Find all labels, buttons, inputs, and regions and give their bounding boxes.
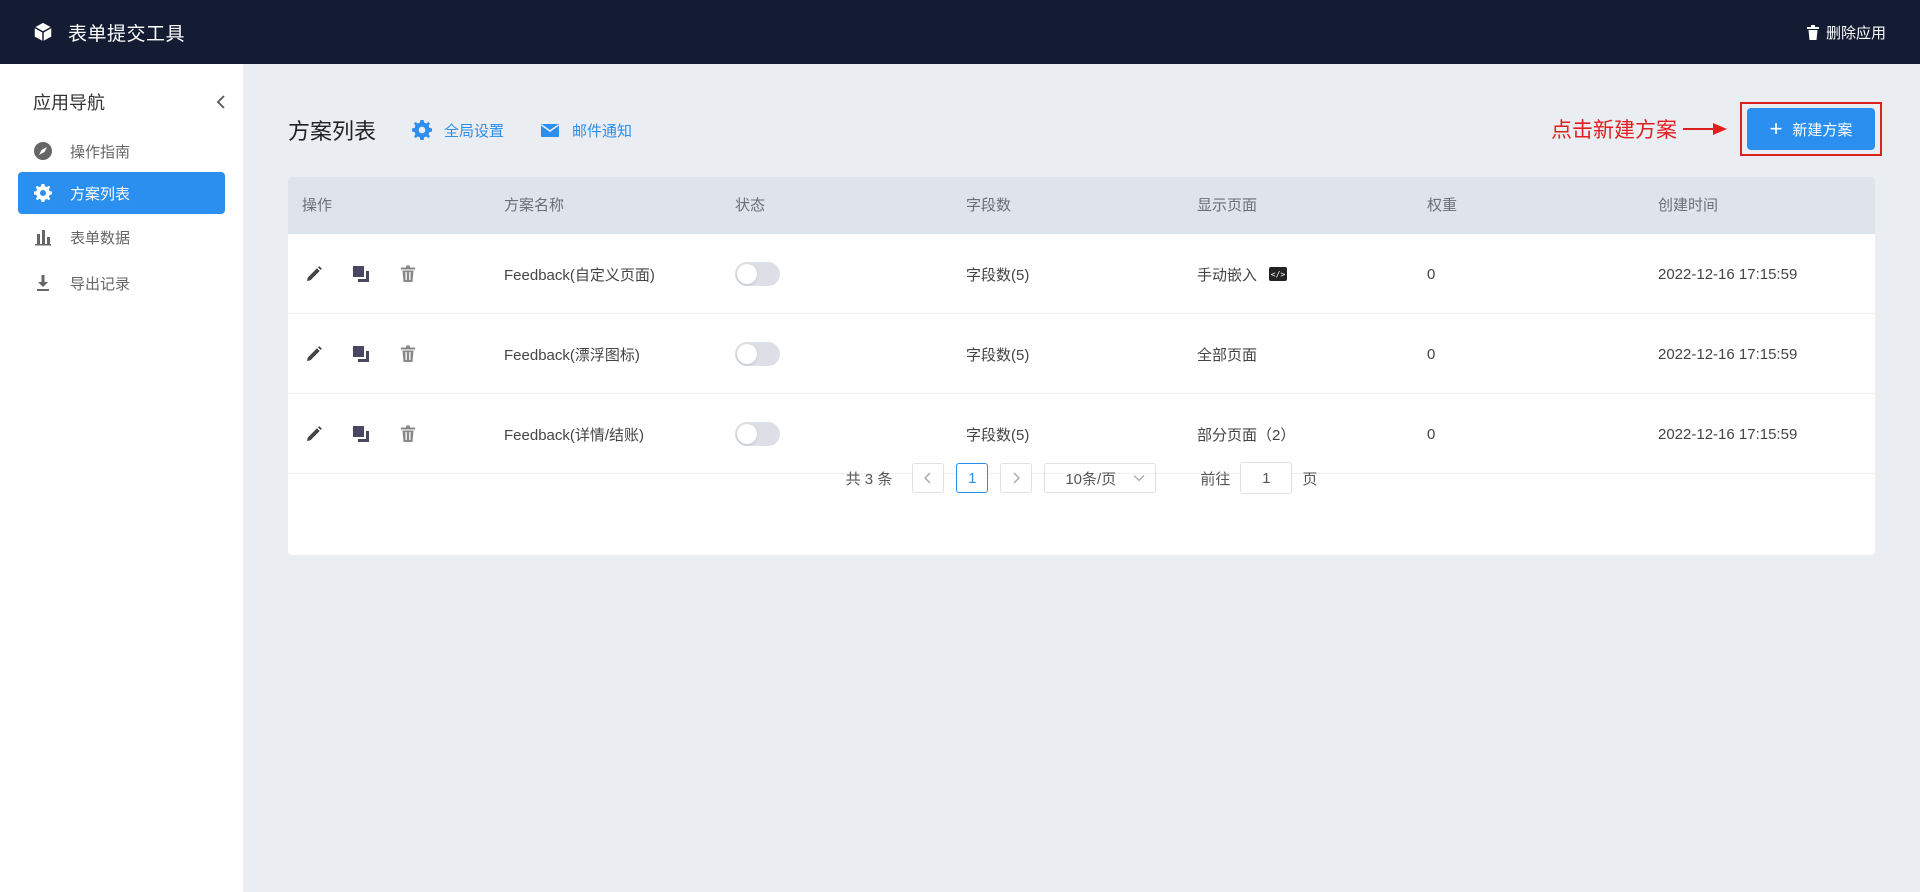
- email-notify-label: 邮件通知: [572, 122, 633, 140]
- field-count: 字段数(5): [966, 346, 1030, 364]
- delete-button[interactable]: [398, 264, 418, 284]
- new-plan-button[interactable]: + 新建方案: [1747, 108, 1875, 150]
- column-header: 显示页面: [1197, 197, 1258, 214]
- copy-button[interactable]: [351, 264, 371, 284]
- plan-table: 操作 方案名称 状态 字段数 显示页面 权重 创建时间 Feedback(自定义…: [288, 177, 1875, 555]
- edit-button[interactable]: [304, 344, 324, 364]
- status-toggle[interactable]: [735, 342, 780, 366]
- trash-icon: [401, 345, 415, 362]
- sidebar-item-label: 方案列表: [70, 185, 131, 203]
- sidebar-item-form-data[interactable]: 表单数据: [18, 216, 225, 258]
- column-header: 方案名称: [504, 197, 565, 214]
- page-header: 方案列表 全局设置 邮件通知: [288, 110, 632, 150]
- code-icon[interactable]: </>: [1269, 267, 1288, 281]
- created-time: 2022-12-16 17:15:59: [1658, 345, 1798, 363]
- prev-page-button[interactable]: [912, 463, 945, 493]
- new-plan-label: 新建方案: [1792, 121, 1853, 139]
- next-page-button[interactable]: [1000, 463, 1033, 493]
- created-time: 2022-12-16 17:15:59: [1658, 265, 1798, 283]
- app-title: 表单提交工具: [68, 23, 186, 45]
- sidebar-item-plan-list[interactable]: 方案列表: [18, 172, 225, 214]
- sidebar-item-export-log[interactable]: 导出记录: [18, 262, 225, 304]
- delete-app-button[interactable]: 删除应用: [1806, 0, 1886, 64]
- column-header: 操作: [302, 197, 333, 214]
- brand: 表单提交工具: [32, 19, 185, 46]
- plan-name: Feedback(漂浮图标): [504, 346, 640, 364]
- chevron-left-icon: [924, 472, 931, 484]
- display-pages: 手动嵌入: [1197, 266, 1258, 284]
- page-size-select[interactable]: 10条/页: [1044, 463, 1157, 493]
- annotation-text: 点击新建方案: [1551, 118, 1677, 142]
- gear-icon: [34, 184, 52, 202]
- sidebar-item-label: 操作指南: [70, 143, 131, 161]
- cube-icon: [34, 22, 52, 42]
- display-pages: 全部页面: [1197, 346, 1258, 364]
- sidebar-item-guide[interactable]: 操作指南: [18, 130, 225, 172]
- table-row: Feedback(自定义页面) 字段数(5) 手动嵌入 </> 0 2022-12…: [288, 234, 1875, 314]
- row-actions: [304, 234, 445, 314]
- copy-button[interactable]: [351, 344, 371, 364]
- chevron-down-icon: [1133, 475, 1145, 482]
- column-header: 权重: [1427, 197, 1458, 214]
- email-notify-link[interactable]: 邮件通知: [540, 120, 632, 141]
- pencil-icon: [307, 266, 322, 281]
- column-header: 字段数: [966, 197, 1012, 214]
- plan-name: Feedback(自定义页面): [504, 266, 655, 284]
- page-suffix: 页: [1302, 470, 1318, 488]
- column-header: 状态: [735, 197, 766, 214]
- chevron-right-icon: [1013, 472, 1021, 484]
- global-settings-label: 全局设置: [444, 122, 505, 140]
- weight: 0: [1427, 345, 1436, 363]
- goto-page-input[interactable]: [1240, 462, 1293, 494]
- toggle-knob: [737, 264, 757, 284]
- arrow-right-icon: [1683, 123, 1727, 135]
- display-pages-cell: 手动嵌入 </>: [1197, 234, 1288, 314]
- delete-button[interactable]: [398, 344, 418, 364]
- page-size-value: 10条/页: [1065, 470, 1117, 488]
- plus-icon: +: [1769, 116, 1783, 141]
- goto-page: 前往 页: [1200, 462, 1317, 494]
- copy-icon: [353, 266, 369, 282]
- sidebar-header: 应用导航: [33, 87, 228, 117]
- toggle-knob: [737, 344, 757, 364]
- field-count: 字段数(5): [966, 266, 1030, 284]
- annotation-callout: 点击新建方案: [1551, 114, 1727, 144]
- sidebar-item-label: 导出记录: [70, 275, 131, 293]
- top-bar: 表单提交工具 删除应用: [0, 0, 1920, 64]
- page-number-button[interactable]: 1: [956, 463, 989, 493]
- delete-app-label: 删除应用: [1825, 24, 1886, 42]
- pencil-icon: [307, 346, 322, 361]
- page-title: 方案列表: [288, 119, 377, 144]
- pagination: 共 3 条 1 10条/页 前往 页: [288, 438, 1875, 518]
- table-row: Feedback(漂浮图标) 字段数(5) 全部页面 0 2022-12-16 …: [288, 314, 1875, 394]
- goto-label: 前往: [1200, 470, 1231, 488]
- mail-icon: [541, 124, 560, 137]
- column-header: 创建时间: [1658, 197, 1719, 214]
- trash-icon: [1806, 24, 1819, 40]
- edit-button[interactable]: [304, 264, 324, 284]
- sidebar-item-label: 表单数据: [70, 229, 131, 247]
- compass-icon: [34, 142, 52, 160]
- status-toggle[interactable]: [735, 262, 780, 286]
- total-count: 共 3 条: [845, 470, 893, 488]
- row-actions: [304, 314, 445, 394]
- chevron-left-icon[interactable]: [214, 95, 228, 109]
- table-header: 操作 方案名称 状态 字段数 显示页面 权重 创建时间: [288, 177, 1875, 234]
- global-settings-link[interactable]: 全局设置: [412, 120, 504, 141]
- trash-icon: [401, 265, 415, 282]
- sidebar: 应用导航 操作指南 方案列表 表单数据 导出记录: [0, 64, 243, 892]
- status-toggle-cell: [735, 314, 780, 394]
- weight: 0: [1427, 265, 1436, 283]
- sidebar-title: 应用导航: [33, 93, 105, 113]
- status-toggle-cell: [735, 234, 780, 314]
- copy-icon: [353, 346, 369, 362]
- download-icon: [37, 275, 49, 291]
- bar-chart-icon: [35, 230, 51, 246]
- gear-icon: [412, 120, 433, 140]
